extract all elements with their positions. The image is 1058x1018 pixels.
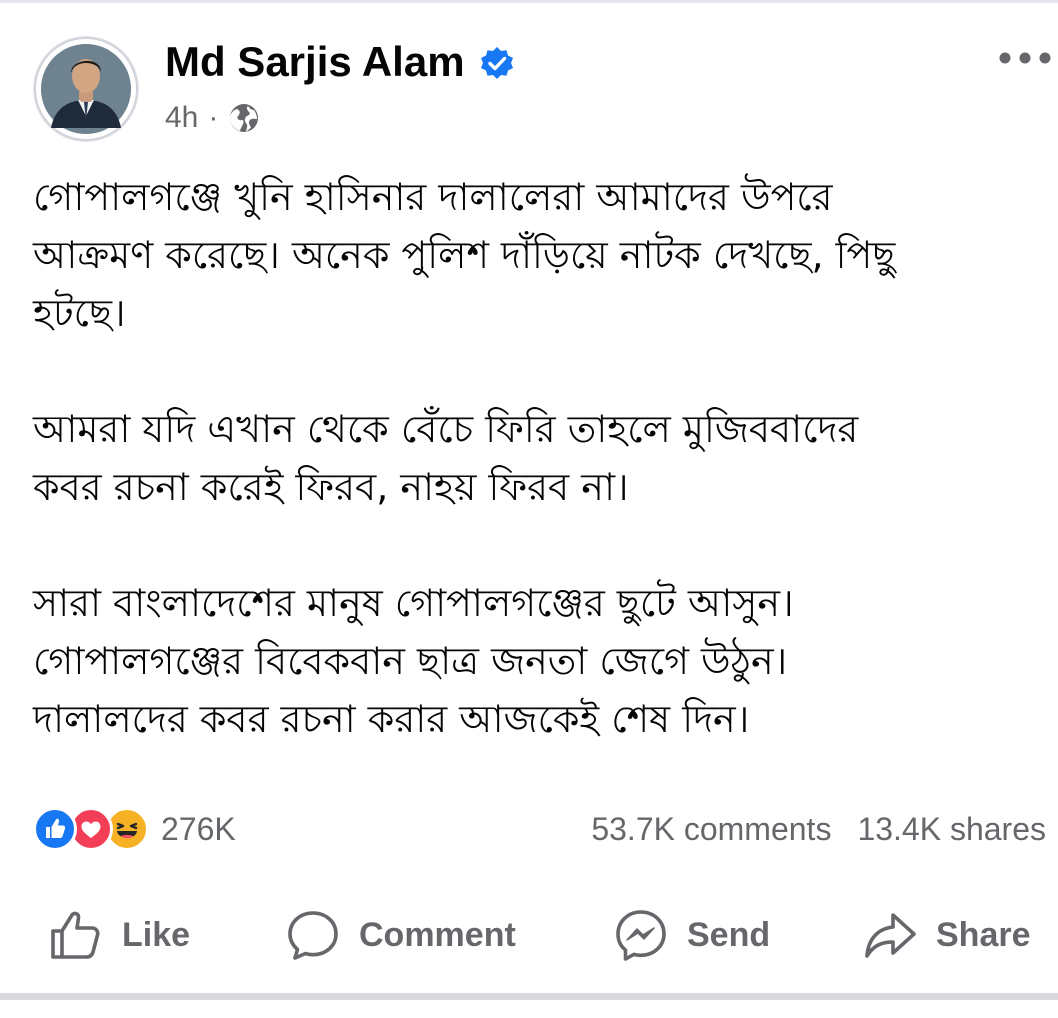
reactions-summary[interactable]: 276K — [33, 806, 236, 852]
post-text: গোপালগঞ্জে খুনি হাসিনার দালালেরা আমাদের … — [33, 168, 1043, 748]
post-timestamp[interactable]: 4h — [165, 101, 198, 135]
profile-photo — [34, 37, 138, 141]
verified-badge-icon — [481, 47, 513, 79]
bottom-divider — [0, 993, 1058, 1000]
like-reaction-icon — [33, 807, 77, 851]
share-label: Share — [936, 915, 1031, 954]
author-name[interactable]: Md Sarjis Alam — [165, 36, 465, 88]
messenger-icon — [616, 910, 666, 961]
thumbs-up-icon — [51, 911, 100, 959]
post-stats: 53.7K comments 13.4K shares — [591, 806, 1046, 852]
share-button[interactable]: Share — [862, 900, 1031, 970]
globe-icon — [230, 104, 259, 132]
more-options-button[interactable] — [996, 40, 1054, 76]
action-bar: Like Comment Send Share — [0, 900, 1058, 970]
post-paragraph: সারা বাংলাদেশের মানুষ গোপালগঞ্জের ছুটে আ… — [33, 581, 794, 741]
like-label: Like — [122, 915, 191, 954]
comment-label: Comment — [359, 915, 516, 954]
comment-button[interactable]: Comment — [285, 900, 516, 970]
send-label: Send — [687, 915, 771, 954]
top-divider — [0, 0, 1058, 3]
reaction-count: 276K — [161, 810, 236, 847]
author-avatar[interactable] — [33, 36, 139, 142]
shares-count[interactable]: 13.4K shares — [857, 811, 1046, 848]
comment-bubble-icon — [288, 911, 338, 960]
share-arrow-icon — [865, 913, 916, 958]
like-button[interactable]: Like — [48, 900, 190, 970]
post-meta: 4h · — [165, 100, 260, 136]
post-paragraph: আমরা যদি এখান থেকে বেঁচে ফিরি তাহলে মুজি… — [33, 407, 859, 509]
comments-count[interactable]: 53.7K comments — [591, 811, 831, 848]
more-dots-icon — [999, 52, 1051, 64]
post-paragraph: গোপালগঞ্জে খুনি হাসিনার দালালেরা আমাদের … — [33, 175, 896, 335]
meta-separator: · — [208, 101, 219, 134]
send-button[interactable]: Send — [613, 900, 770, 970]
